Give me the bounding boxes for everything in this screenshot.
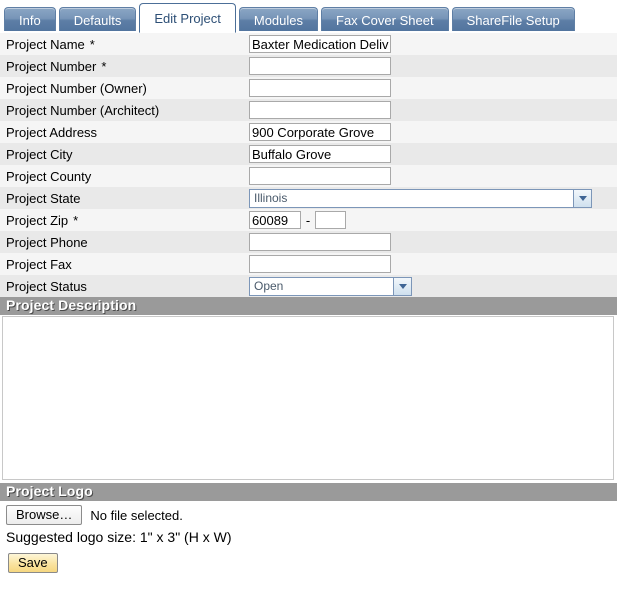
- section-header-project-description: Project Description: [0, 297, 617, 315]
- label-project-status: Project Status: [0, 275, 249, 297]
- tab-edit-project[interactable]: Edit Project: [139, 3, 236, 33]
- tab-defaults[interactable]: Defaults: [58, 7, 137, 33]
- logo-file-row: Browse… No file selected.: [0, 501, 617, 525]
- project-form-body: Project Name*Project Number*Project Numb…: [0, 33, 617, 297]
- form-row: Project Address: [0, 121, 617, 143]
- input-project-number-owner[interactable]: [249, 79, 391, 97]
- label-project-fax: Project Fax: [0, 253, 249, 275]
- label-project-state: Project State: [0, 187, 249, 209]
- field-label-text: Project Fax: [6, 256, 72, 272]
- control-cell: [249, 253, 617, 275]
- form-row: Project Number *: [0, 55, 617, 77]
- tab-sharefile-setup[interactable]: ShareFile Setup: [451, 7, 575, 33]
- control-cell: Illinois: [249, 187, 617, 209]
- save-button[interactable]: Save: [8, 553, 58, 573]
- form-row: Project Phone: [0, 231, 617, 253]
- form-row: Project Zip* -: [0, 209, 617, 231]
- label-project-county: Project County: [0, 165, 249, 187]
- input-project-zip[interactable]: [249, 211, 301, 229]
- field-label-text: Project Address: [6, 124, 98, 140]
- label-project-phone: Project Phone: [0, 231, 249, 253]
- browse-button[interactable]: Browse…: [6, 505, 83, 525]
- form-row: Project Fax: [0, 253, 617, 275]
- input-project-city[interactable]: [249, 145, 391, 163]
- label-project-number: Project Number *: [0, 55, 249, 77]
- label-project-number-owner: Project Number (Owner): [0, 77, 249, 99]
- zip-separator: -: [305, 212, 311, 228]
- label-project-name: Project Name *: [0, 33, 249, 55]
- form-row: Project Status Open: [0, 275, 617, 297]
- section-header-project-logo: Project Logo: [0, 483, 617, 501]
- label-project-address: Project Address: [0, 121, 249, 143]
- field-label-text: Project Zip: [6, 212, 69, 228]
- select-value: Open: [254, 279, 284, 293]
- required-marker: *: [73, 212, 79, 228]
- input-project-phone[interactable]: [249, 233, 391, 251]
- input-project-address[interactable]: [249, 123, 391, 141]
- control-cell: [249, 143, 617, 165]
- input-project-county[interactable]: [249, 167, 391, 185]
- field-label-text: Project State: [6, 190, 81, 206]
- input-project-name[interactable]: [249, 35, 391, 53]
- chevron-down-icon[interactable]: [573, 189, 591, 207]
- form-row: Project Number (Owner): [0, 77, 617, 99]
- field-label-text: Project City: [6, 146, 73, 162]
- tab-bar: Info Defaults Edit Project Modules Fax Cover…: [0, 0, 617, 33]
- control-cell: [249, 77, 617, 99]
- control-cell: [249, 55, 617, 77]
- tab-info[interactable]: Info: [4, 7, 56, 33]
- form-actions: Save: [0, 545, 617, 573]
- control-cell: [249, 165, 617, 187]
- control-cell: Open: [249, 275, 617, 297]
- input-project-fax[interactable]: [249, 255, 391, 273]
- label-project-number-architect: Project Number (Architect): [0, 99, 249, 121]
- label-project-city: Project City: [0, 143, 249, 165]
- input-project-number[interactable]: [249, 57, 391, 75]
- project-description-textarea[interactable]: [2, 316, 614, 480]
- field-label-text: Project Name: [6, 36, 85, 52]
- tab-fax-cover-sheet[interactable]: Fax Cover Sheet: [321, 7, 449, 33]
- select-project-status[interactable]: Open: [249, 276, 412, 296]
- selected-file-label: No file selected.: [90, 507, 183, 523]
- input-project-zip-ext[interactable]: [315, 211, 346, 229]
- required-marker: *: [89, 36, 95, 52]
- control-cell: [249, 99, 617, 121]
- field-label-text: Project Phone: [6, 234, 88, 250]
- control-cell: -: [249, 209, 617, 231]
- form-row: Project Name *: [0, 33, 617, 55]
- field-label-text: Project Status: [6, 278, 87, 294]
- form-row: Project County: [0, 165, 617, 187]
- label-project-zip: Project Zip *: [0, 209, 249, 231]
- logo-size-hint: Suggested logo size: 1" x 3" (H x W): [6, 529, 232, 545]
- field-label-text: Project Number (Owner): [6, 80, 147, 96]
- control-cell: [249, 33, 617, 55]
- chevron-down-icon[interactable]: [393, 277, 411, 295]
- required-marker: *: [101, 58, 107, 74]
- field-label-text: Project County: [6, 168, 92, 184]
- form-row: Project State Illinois: [0, 187, 617, 209]
- project-description-wrapper: [0, 315, 617, 483]
- tab-modules[interactable]: Modules: [238, 7, 319, 33]
- select-value: Illinois: [254, 191, 288, 205]
- input-project-number-architect[interactable]: [249, 101, 391, 119]
- select-project-state[interactable]: Illinois: [249, 188, 592, 208]
- form-row: Project City: [0, 143, 617, 165]
- control-cell: [249, 121, 617, 143]
- field-label-text: Project Number: [6, 58, 97, 74]
- field-label-text: Project Number (Architect): [6, 102, 160, 118]
- control-cell: [249, 231, 617, 253]
- project-form: Project Name*Project Number*Project Numb…: [0, 33, 617, 297]
- form-row: Project Number (Architect): [0, 99, 617, 121]
